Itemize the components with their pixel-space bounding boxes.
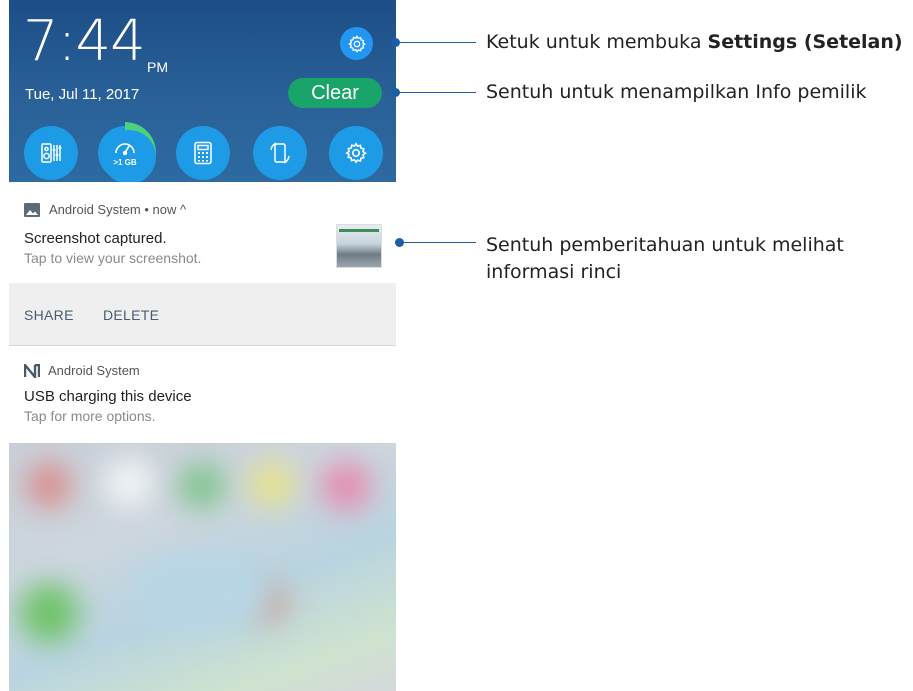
notification-text: Tap for more options.	[24, 408, 156, 424]
quick-setting-calculator[interactable]	[176, 126, 230, 180]
screenshot-thumbnail	[336, 224, 382, 268]
image-icon	[24, 202, 40, 217]
callout-line-settings	[396, 42, 476, 43]
clock: 7:44	[23, 9, 146, 74]
audio-wizard-icon	[41, 143, 62, 163]
notification-text: Tap to view your screenshot.	[24, 250, 202, 266]
callout-line-owner-info	[396, 92, 476, 93]
notification-app-row: Android System	[24, 363, 140, 378]
auto-rotate-icon	[270, 142, 290, 164]
share-button[interactable]: SHARE	[24, 307, 74, 323]
notification-shade-header: 7:44 PM Tue, Jul 11, 2017 Clear >1 GB	[9, 0, 396, 184]
android-n-icon	[24, 363, 40, 378]
clear-button[interactable]: Clear	[288, 78, 382, 108]
quick-setting-boost[interactable]: >1 GB	[94, 122, 156, 184]
boost-icon	[115, 143, 135, 156]
notification-title: Screenshot captured.	[24, 230, 167, 247]
callout-line-notification	[400, 242, 476, 243]
phone-screen: 7:44 PM Tue, Jul 11, 2017 Clear >1 GB An…	[9, 0, 396, 691]
quick-setting-audio-wizard[interactable]	[24, 126, 78, 180]
date: Tue, Jul 11, 2017	[25, 86, 140, 103]
notification-app-name: Android System	[49, 202, 141, 217]
notification-app-name: Android System	[48, 363, 140, 378]
notification-meta: • now ^	[140, 202, 187, 217]
annotation-settings-bold: Settings (Setelan)	[707, 31, 903, 53]
delete-button[interactable]: DELETE	[103, 307, 159, 323]
annotation-notification: Sentuh pemberitahuan untuk melihat infor…	[486, 234, 844, 283]
annotation-settings: Ketuk untuk membuka Settings (Setelan)	[486, 31, 903, 53]
gear-icon	[347, 34, 366, 53]
boost-memory-label: >1 GB	[113, 158, 137, 167]
clock-ampm: PM	[147, 59, 168, 75]
notification-usb[interactable]: Android System USB charging this device …	[9, 346, 396, 443]
settings-button[interactable]	[340, 27, 373, 60]
notification-screenshot[interactable]: Android System • now ^ Screenshot captur…	[9, 182, 396, 283]
notification-title: USB charging this device	[24, 388, 192, 405]
blurred-wallpaper	[9, 443, 396, 691]
quick-setting-settings[interactable]	[329, 126, 383, 180]
annotation-owner-info: Sentuh untuk menampilkan Info pemilik	[486, 81, 867, 103]
notification-actions: SHARE DELETE	[9, 283, 396, 346]
notification-app-row: Android System • now ^	[24, 202, 186, 217]
quick-setting-auto-rotate[interactable]	[253, 126, 307, 180]
settings-icon	[345, 142, 367, 164]
calculator-icon	[194, 141, 212, 165]
